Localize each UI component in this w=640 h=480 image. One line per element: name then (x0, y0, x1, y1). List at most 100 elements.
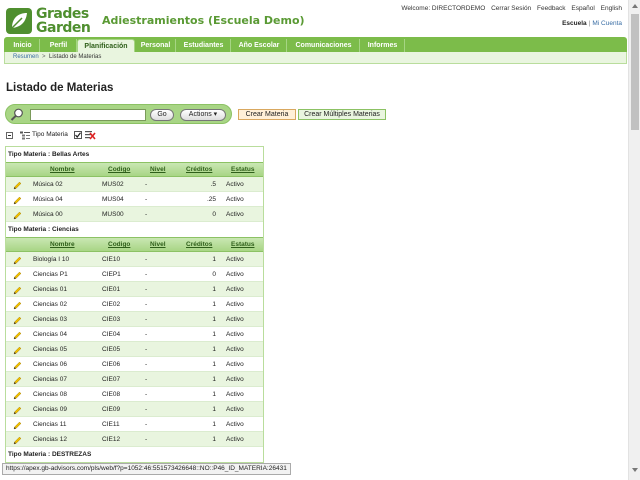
column-header-estatus[interactable]: Estatus (231, 166, 254, 173)
actions-menu-button[interactable]: Actions ▾ (180, 109, 226, 121)
tab-personal[interactable]: Personal (136, 39, 176, 52)
cell-nombre: Ciencias 08 (33, 391, 67, 398)
mi-cuenta-link[interactable]: Mi Cuenta (592, 20, 622, 27)
edit-pencil-icon[interactable] (13, 181, 22, 190)
tab-inicio[interactable]: Inicio (6, 39, 40, 52)
cell-nivel: - (145, 376, 148, 383)
breadcrumb-chevron-icon: > (42, 54, 46, 60)
english-link[interactable]: English (601, 5, 622, 12)
espanol-link[interactable]: Español (571, 5, 595, 12)
cell-estatus: Activo (226, 346, 244, 353)
cerrar-sesion-link[interactable]: Cerrar Sesión (491, 5, 531, 12)
grades-garden-logo[interactable]: Grades Garden (6, 6, 94, 36)
cell-nombre: Ciencias 06 (33, 361, 67, 368)
cell-nivel: - (145, 391, 148, 398)
edit-pencil-icon[interactable] (13, 361, 22, 370)
collapse-icon[interactable] (6, 132, 13, 139)
search-input[interactable] (30, 109, 146, 121)
cell-nivel: - (145, 271, 148, 278)
edit-pencil-icon[interactable] (13, 316, 22, 325)
group-title: Tipo Materia : Ciencias (6, 222, 263, 237)
tab-ano-escolar[interactable]: Año Escolar (232, 39, 287, 52)
cell-nombre: Música 02 (33, 181, 63, 188)
welcome-text: Welcome: DIRECTORDEMO (401, 5, 486, 12)
cell-codigo: MUS04 (102, 196, 124, 203)
page: Grades Garden Adiestramientos (Escuela D… (0, 0, 640, 480)
edit-pencil-icon[interactable] (13, 406, 22, 415)
vertical-scrollbar[interactable] (628, 0, 640, 480)
group-checkbox[interactable] (74, 131, 82, 139)
cell-nombre: Ciencias 03 (33, 316, 67, 323)
cell-codigo: CIEP1 (102, 271, 121, 278)
crear-materia-button[interactable]: Crear Materia (238, 109, 296, 120)
cell-estatus: Activo (226, 181, 244, 188)
cell-nombre: Ciencias 07 (33, 376, 67, 383)
scrollbar-thumb[interactable] (631, 14, 639, 130)
table-row: Música 00 MUS00 - 0 Activo (6, 207, 263, 222)
cell-codigo: CIE12 (102, 436, 121, 443)
cell-nombre: Ciencias 05 (33, 346, 67, 353)
scroll-up-arrow-icon[interactable] (632, 4, 638, 8)
breadcrumb-resumen[interactable]: Resumen (13, 53, 39, 62)
cell-nombre: Biología I 10 (33, 256, 70, 263)
cell-creditos: 1 (212, 406, 216, 413)
edit-pencil-icon[interactable] (13, 376, 22, 385)
group-by-icon (20, 131, 30, 140)
cell-codigo: CIE07 (102, 376, 121, 383)
feedback-link[interactable]: Feedback (537, 5, 566, 12)
logo-text-grades: Grades (36, 6, 89, 22)
go-button[interactable]: Go (150, 109, 174, 121)
cell-nombre: Ciencias P1 (33, 271, 68, 278)
edit-pencil-icon[interactable] (13, 331, 22, 340)
cell-codigo: CIE02 (102, 301, 121, 308)
cell-creditos: 1 (212, 361, 216, 368)
escuela-link[interactable]: Escuela (562, 20, 587, 27)
tab-perfil[interactable]: Perfil (41, 39, 77, 52)
column-header-creditos[interactable]: Créditos (186, 241, 212, 248)
cell-nivel: - (145, 436, 148, 443)
cell-estatus: Activo (226, 316, 244, 323)
edit-pencil-icon[interactable] (13, 391, 22, 400)
column-header-nombre[interactable]: Nombre (50, 166, 75, 173)
cell-codigo: CIE11 (102, 421, 120, 428)
leaf-logo-icon (6, 8, 32, 34)
tab-planificacion[interactable]: Planificación (77, 39, 135, 52)
cell-creditos: .5 (210, 181, 216, 188)
column-header-creditos[interactable]: Créditos (186, 166, 212, 173)
cell-creditos: 1 (212, 391, 216, 398)
edit-pencil-icon[interactable] (13, 256, 22, 265)
edit-pencil-icon[interactable] (13, 436, 22, 445)
group-title: Tipo Materia : DESTREZAS (6, 447, 263, 462)
edit-pencil-icon[interactable] (13, 421, 22, 430)
cell-estatus: Activo (226, 436, 244, 443)
table-row: Ciencias 05 CIE05 - 1 Activo (6, 342, 263, 357)
cell-creditos: 1 (212, 316, 216, 323)
cell-codigo: CIE06 (102, 361, 121, 368)
column-header-codigo[interactable]: Codigo (108, 166, 130, 173)
edit-pencil-icon[interactable] (13, 346, 22, 355)
column-header-nombre[interactable]: Nombre (50, 241, 75, 248)
tab-informes[interactable]: Informes (361, 39, 405, 52)
column-header-nivel[interactable]: Nivel (150, 166, 166, 173)
crear-multiples-materias-button[interactable]: Crear Múltiples Materias (298, 109, 386, 120)
cell-estatus: Activo (226, 211, 244, 218)
search-icon[interactable] (10, 108, 24, 121)
edit-pencil-icon[interactable] (13, 301, 22, 310)
group-title: Tipo Materia : Bellas Artes (6, 147, 263, 162)
column-header-codigo[interactable]: Codigo (108, 241, 130, 248)
cell-codigo: CIE10 (102, 256, 121, 263)
scroll-down-arrow-icon[interactable] (632, 468, 638, 472)
column-header-row: Nombre Codigo Nivel Créditos Estatus (6, 162, 263, 177)
table-row: Ciencias P1 CIEP1 - 0 Activo (6, 267, 263, 282)
edit-pencil-icon[interactable] (13, 211, 22, 220)
tab-estudiantes[interactable]: Estudiantes (177, 39, 231, 52)
cell-codigo: CIE08 (102, 391, 121, 398)
column-header-estatus[interactable]: Estatus (231, 241, 254, 248)
cell-nombre: Ciencias 12 (33, 436, 67, 443)
remove-filter-icon[interactable] (85, 130, 96, 140)
edit-pencil-icon[interactable] (13, 286, 22, 295)
edit-pencil-icon[interactable] (13, 196, 22, 205)
column-header-nivel[interactable]: Nivel (150, 241, 166, 248)
edit-pencil-icon[interactable] (13, 271, 22, 280)
tab-comunicaciones[interactable]: Comunicaciones (288, 39, 360, 52)
